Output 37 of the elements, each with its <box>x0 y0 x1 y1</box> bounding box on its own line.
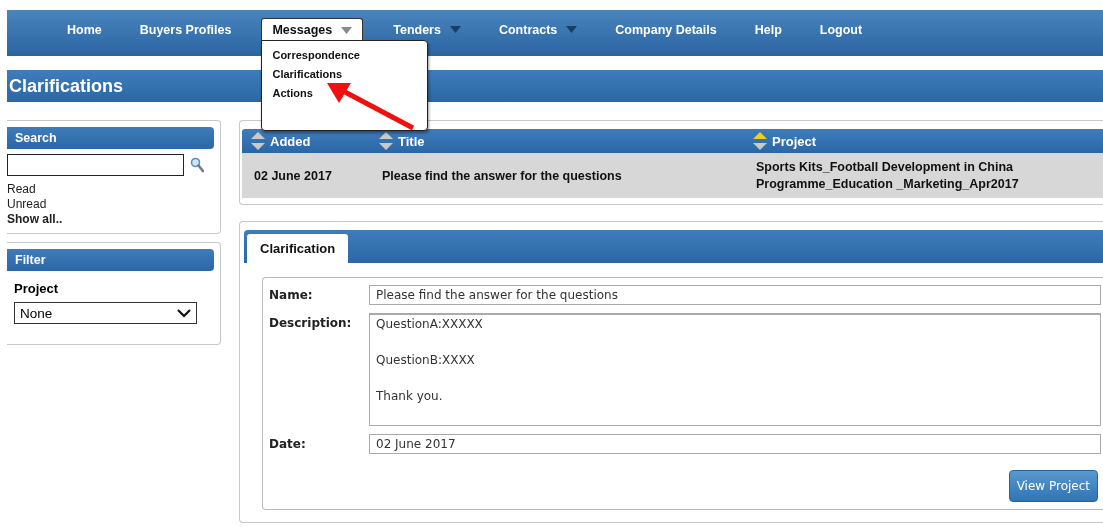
field-label: Date: <box>269 436 307 451</box>
field-label: Name: <box>269 287 314 302</box>
filter-link[interactable]: Unread <box>7 197 47 212</box>
view-project-button[interactable]: View Project <box>1008 470 1098 502</box>
filter-link[interactable]: Read <box>7 182 36 197</box>
table-cell-text: 02 June 2017 <box>253 168 333 183</box>
chevron-icon <box>177 308 191 318</box>
field-label: Project <box>14 281 60 296</box>
table-cell-text: Sports Kits_Football Development in China Programme_Education _Marketing_Apr2017 <box>755 158 1020 193</box>
nav-item[interactable]: Company Details <box>607 18 725 41</box>
nav-item[interactable]: Tenders <box>385 18 469 41</box>
tab[interactable]: Clarification <box>247 234 349 263</box>
search-field[interactable] <box>7 154 184 176</box>
panel-title: Search <box>15 131 57 145</box>
panel-title: Filter <box>15 253 46 267</box>
table-row[interactable]: 02 June 2017 Please find the answer for the questions Sports Kits_Football Development in China Programme_Education _Marketing_Apr2017 <box>242 153 1103 198</box>
nav-item[interactable]: Home <box>59 18 110 41</box>
text-area[interactable]: QuestionA:XXXXX QuestionB:XXXX Thank you. <box>369 313 1101 426</box>
field-label: Description: <box>269 315 353 330</box>
text-field[interactable]: Please find the answer for the questions <box>369 285 1101 305</box>
menu-item[interactable]: Correspondence <box>272 49 360 61</box>
menu-item[interactable]: Clarifications <box>272 68 343 80</box>
search-icon[interactable] <box>190 157 204 173</box>
nav-item[interactable]: Help <box>746 18 790 41</box>
column-header[interactable]: Title <box>370 129 744 153</box>
nav-item[interactable]: Logout <box>811 18 871 41</box>
menu-item[interactable]: Actions <box>272 87 313 99</box>
nav-item[interactable]: Buyers Profiles <box>131 18 240 41</box>
table-cell-text: Please find the answer for the questions <box>381 168 623 183</box>
text-field[interactable]: 02 June 2017 <box>369 434 1101 454</box>
column-header[interactable]: Added <box>242 129 370 153</box>
nav-item[interactable]: Messages <box>261 18 364 41</box>
filter-link[interactable]: Show all.. <box>7 212 63 227</box>
column-header[interactable]: Project <box>744 129 1103 153</box>
page-title: Clarifications <box>8 75 124 97</box>
nav-item[interactable]: Contracts <box>490 18 586 41</box>
project-dropdown[interactable]: None <box>14 302 197 324</box>
